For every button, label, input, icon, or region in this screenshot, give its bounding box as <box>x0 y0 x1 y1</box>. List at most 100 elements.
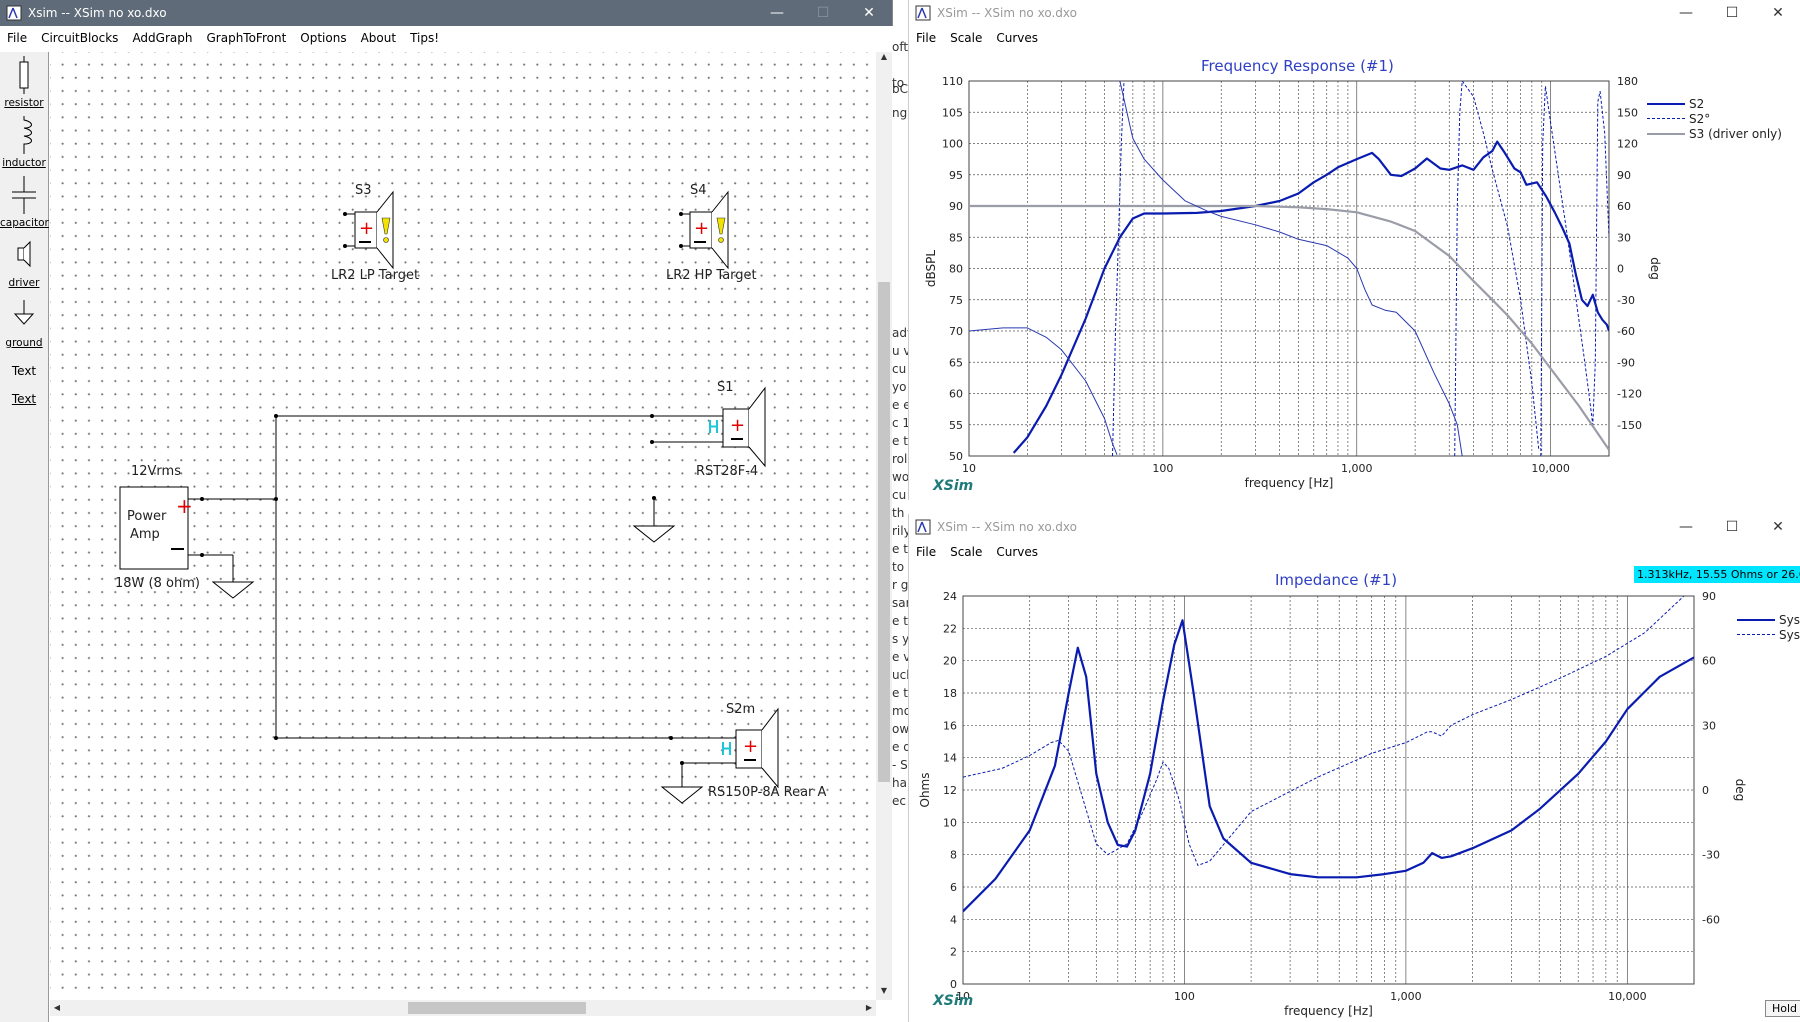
y2-tick-label: -30 <box>1702 849 1720 862</box>
main-menu-addgraph[interactable]: AddGraph <box>125 31 199 45</box>
main-menu-options[interactable]: Options <box>293 31 353 45</box>
maximize-button[interactable]: ☐ <box>800 0 846 26</box>
imp-menu-file[interactable]: File <box>909 545 943 559</box>
main-menu-about[interactable]: About <box>354 31 403 45</box>
tool-inductor[interactable]: inductor <box>0 116 48 169</box>
ground-symbol <box>211 581 255 599</box>
grid <box>968 80 1610 457</box>
background-text: rol <box>892 452 908 466</box>
tool-capacitor[interactable]: capacitor <box>0 176 49 229</box>
x-tick-label: 10,000 <box>1608 990 1647 1003</box>
canvas-horizontal-scrollbar[interactable]: ◀ ▶ <box>50 1000 876 1016</box>
component-toolbox: resistor inductor capacitor driver groun… <box>0 52 49 1022</box>
x-tick-label: 100 <box>1152 462 1173 475</box>
main-menu-graphtofront[interactable]: GraphToFront <box>199 31 293 45</box>
y2-tick-label: 180 <box>1617 75 1638 88</box>
y-axis-label: Ohms <box>918 773 932 808</box>
y2-axis-label: deg <box>1733 779 1747 802</box>
frequency-response-window: XSim -- XSim no xo.dxo — ☐ ✕ File Scale Cu… <box>908 0 1800 500</box>
y2-tick-label: 150 <box>1617 106 1638 119</box>
fr-menu-curves[interactable]: Curves <box>989 31 1045 45</box>
scroll-left-arrow[interactable]: ◀ <box>50 1000 64 1016</box>
close-button[interactable]: ✕ <box>1755 0 1800 26</box>
background-text: bC <box>892 82 908 96</box>
main-menu-file[interactable]: File <box>0 31 34 45</box>
scroll-thumb[interactable] <box>878 282 890 782</box>
close-button[interactable]: ✕ <box>846 0 892 26</box>
y-tick-label: 4 <box>950 913 957 926</box>
y2-tick-label: 0 <box>1617 263 1624 276</box>
driver-s4-name: S4 <box>690 183 707 198</box>
minimize-button[interactable]: — <box>1663 514 1709 540</box>
capacitor-icon <box>12 176 36 214</box>
y-tick-label: 50 <box>949 450 963 463</box>
svg-text:+: + <box>176 494 193 518</box>
legend-entry: Sys <box>1737 612 1800 627</box>
x-tick-label: 1,000 <box>1341 462 1373 475</box>
legend-swatch <box>1647 102 1685 105</box>
y-tick-label: 80 <box>949 263 963 276</box>
maximize-button[interactable]: ☐ <box>1709 514 1755 540</box>
tool-text-static[interactable]: Text <box>0 364 48 378</box>
tool-ground[interactable]: ground <box>0 296 48 349</box>
y-tick-label: 22 <box>943 622 957 635</box>
main-window-title: Xsim -- XSim no xo.dxo <box>28 6 167 20</box>
driver-s4-caption: LR2 HP Target <box>666 268 757 283</box>
canvas-vertical-scrollbar[interactable]: ▲ ▼ <box>876 52 892 1000</box>
x-axis-label: frequency [Hz] <box>1284 1004 1373 1018</box>
close-button[interactable]: ✕ <box>1755 514 1800 540</box>
scroll-up-arrow[interactable]: ▲ <box>876 52 892 66</box>
amp-label-line2: Amp <box>130 527 160 542</box>
minimize-button[interactable]: — <box>754 0 800 26</box>
legend-entry: S2° <box>1647 111 1782 126</box>
imp-menu-curves[interactable]: Curves <box>989 545 1045 559</box>
y2-tick-label: 30 <box>1617 231 1631 244</box>
y-tick-label: 90 <box>949 200 963 213</box>
fr-menu-scale[interactable]: Scale <box>943 31 989 45</box>
fr-menu-file[interactable]: File <box>909 31 943 45</box>
tool-resistor[interactable]: resistor <box>0 56 48 109</box>
xsim-app-icon <box>915 5 931 21</box>
scroll-right-arrow[interactable]: ▶ <box>862 1000 876 1016</box>
driver-icon <box>17 240 31 268</box>
maximize-button[interactable]: ☐ <box>1709 0 1755 26</box>
minimize-button[interactable]: — <box>1663 0 1709 26</box>
imp-legend: SysSys° <box>1737 612 1800 642</box>
y-tick-label: 14 <box>943 752 957 765</box>
imp-titlebar[interactable]: XSim -- XSim no xo.dxo — ☐ ✕ <box>909 514 1800 540</box>
imp-menubar: File Scale Curves <box>909 540 1800 564</box>
y-tick-label: 110 <box>942 75 963 88</box>
hold-button[interactable]: Hold <box>1765 1000 1800 1017</box>
legend-entry: S2 <box>1647 96 1782 111</box>
schematic-canvas[interactable]: + + + + + S3 LR2 LP Target S4 LR2 HP Tar… <box>50 52 874 996</box>
y2-tick-label: -120 <box>1617 388 1642 401</box>
y2-tick-label: 30 <box>1702 719 1716 732</box>
scroll-down-arrow[interactable]: ▼ <box>876 986 892 1000</box>
y2-tick-label: 90 <box>1702 590 1716 603</box>
svg-text:+: + <box>730 415 745 436</box>
main-menu-tips[interactable]: Tips! <box>403 31 446 45</box>
main-titlebar[interactable]: Xsim -- XSim no xo.dxo — ☐ ✕ <box>0 0 892 26</box>
y-tick-label: 18 <box>943 687 957 700</box>
legend-swatch <box>1737 634 1775 635</box>
y-tick-label: 85 <box>949 231 963 244</box>
fr-titlebar[interactable]: XSim -- XSim no xo.dxo — ☐ ✕ <box>909 0 1800 26</box>
x-tick-label: 10 <box>962 462 976 475</box>
legend-swatch <box>1647 118 1685 119</box>
tool-label: resistor <box>4 97 44 109</box>
xsim-logo: XSim <box>933 993 974 1009</box>
tool-text[interactable]: Text <box>0 392 48 406</box>
background-text: cu <box>892 488 907 502</box>
main-menu-circuitblocks[interactable]: CircuitBlocks <box>34 31 125 45</box>
y2-tick-label: 60 <box>1702 655 1716 668</box>
impedance-chart[interactable]: 024681012141618202224-60-30030609010 100 1… <box>909 564 1800 1022</box>
driver-s1-caption: RST28F-4 <box>696 464 759 479</box>
imp-menu-scale[interactable]: Scale <box>943 545 989 559</box>
imp-window-title: XSim -- XSim no xo.dxo <box>937 520 1077 534</box>
y-tick-label: 6 <box>950 881 957 894</box>
scroll-thumb[interactable] <box>408 1002 586 1014</box>
tool-driver[interactable]: driver <box>0 236 48 289</box>
tool-label: driver <box>8 277 40 289</box>
svg-text:+: + <box>694 218 709 239</box>
driver-s2m-name: S2m <box>726 702 756 717</box>
